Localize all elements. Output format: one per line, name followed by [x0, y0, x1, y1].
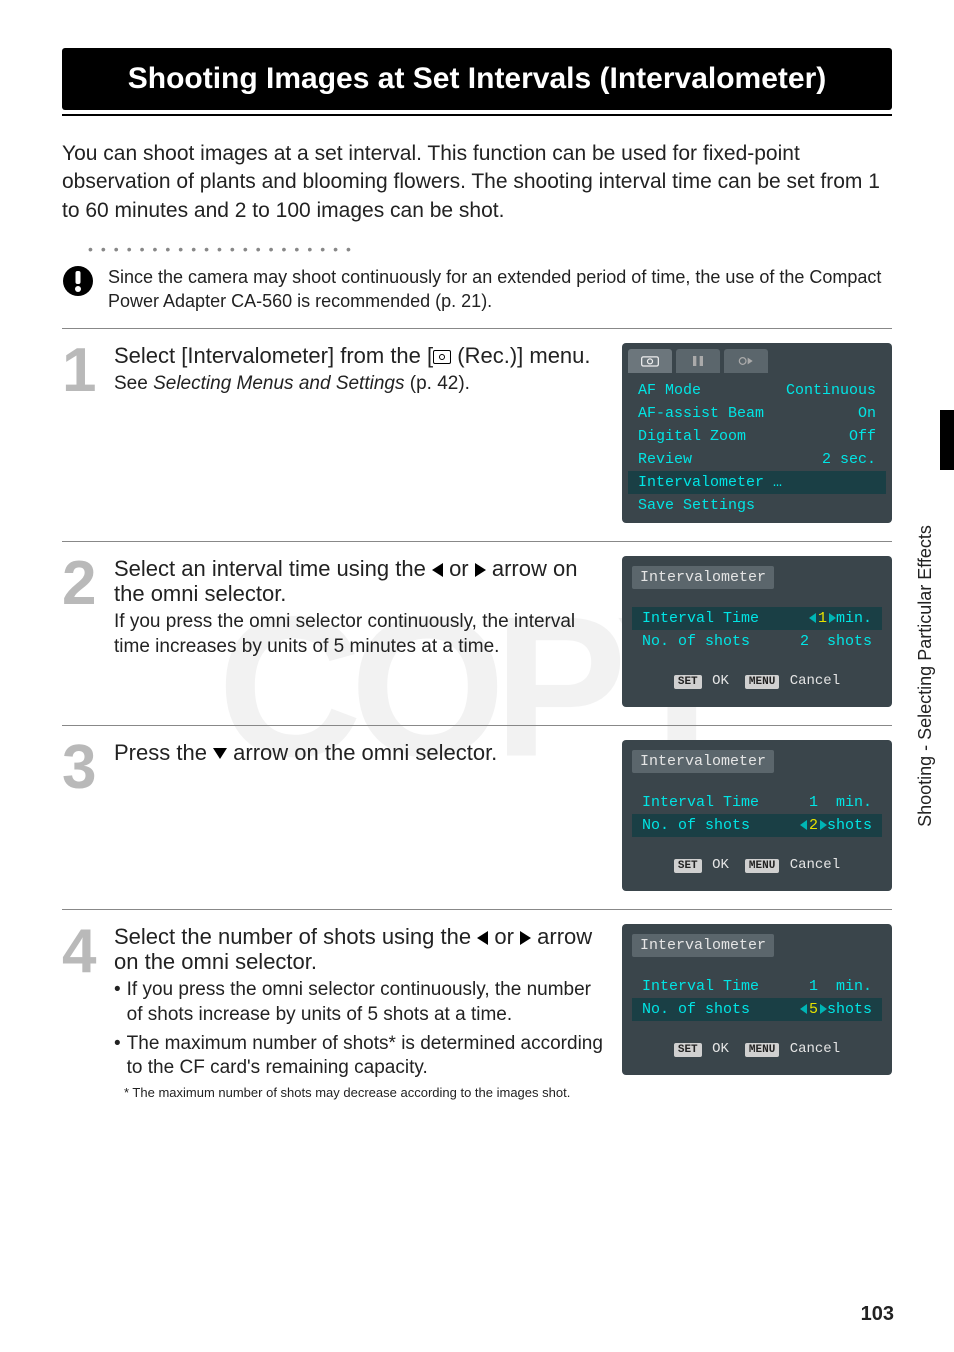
lcd-screenshot-2: Intervalometer Interval Time1min. No. of… [622, 556, 892, 707]
lcd-button-hints: SET OK MENU Cancel [632, 673, 882, 689]
step-number-3: 3 [62, 740, 106, 796]
page-title: Shooting Images at Set Intervals (Interv… [62, 48, 892, 110]
caution-note: Since the camera may shoot continuously … [62, 265, 892, 314]
lcd-row-interval-time: Interval Time1 min. [632, 791, 882, 814]
step-1: 1 Select [Intervalometer] from the [ (Re… [62, 343, 892, 523]
page-number: 103 [861, 1303, 894, 1326]
step-3-heading: Press the arrow on the omni selector. [114, 740, 608, 765]
lcd-row-highlighted: Intervalometer … [628, 471, 886, 494]
set-button-label: SET [674, 1043, 702, 1057]
set-button-label: SET [674, 675, 702, 689]
step-4-footnote: * The maximum number of shots may decrea… [114, 1085, 608, 1101]
lcd-row: Digital ZoomOff [628, 425, 886, 448]
step-2-text: If you press the omni selector continuou… [114, 610, 608, 659]
step-number-4: 4 [62, 924, 106, 980]
step-1-heading: Select [Intervalometer] from the [ (Rec.… [114, 343, 608, 368]
step-4-heading: Select the number of shots using the or … [114, 924, 608, 975]
lcd-tab-tools-icon [676, 349, 720, 373]
section-thumb-tab [940, 410, 954, 470]
menu-button-label: MENU [745, 859, 779, 873]
lcd-tab-camera-icon [628, 349, 672, 373]
separator [62, 328, 892, 329]
menu-button-label: MENU [745, 1043, 779, 1057]
step-3: 3 Press the arrow on the omni selector. … [62, 740, 892, 891]
lcd-row: AF ModeContinuous [628, 379, 886, 402]
lcd-row: Save Settings [628, 494, 886, 517]
right-arrow-icon [475, 563, 486, 577]
lcd-row-no-of-shots: No. of shots2shots [632, 814, 882, 837]
caution-text: Since the camera may shoot continuously … [108, 265, 892, 314]
lcd-screenshot-4: Intervalometer Interval Time1 min. No. o… [622, 924, 892, 1075]
lcd-row-interval-time: Interval Time1 min. [632, 975, 882, 998]
lcd-screenshot-1: AF ModeContinuous AF-assist BeamOn Digit… [622, 343, 892, 523]
lcd-row: Review2 sec. [628, 448, 886, 471]
lcd-tab-mycamera-icon [724, 349, 768, 373]
lcd-panel-title: Intervalometer [632, 934, 774, 957]
lcd-row-no-of-shots: No. of shots2 shots [632, 630, 882, 653]
step-number-2: 2 [62, 556, 106, 612]
left-arrow-icon [477, 931, 488, 945]
intro-text: You can shoot images at a set interval. … [62, 140, 892, 225]
set-button-label: SET [674, 859, 702, 873]
lcd-row-no-of-shots: No. of shots5shots [632, 998, 882, 1021]
lcd-screenshot-3: Intervalometer Interval Time1 min. No. o… [622, 740, 892, 891]
lcd-panel-title: Intervalometer [632, 750, 774, 773]
exclamation-icon [62, 265, 94, 302]
step-4: 4 Select the number of shots using the o… [62, 924, 892, 1102]
step-number-1: 1 [62, 343, 106, 399]
lcd-row-interval-time: Interval Time1min. [632, 607, 882, 630]
lcd-row: AF-assist BeamOn [628, 402, 886, 425]
step-1-text: See Selecting Menus and Settings (p. 42)… [114, 372, 608, 397]
separator [62, 909, 892, 910]
left-arrow-icon [432, 563, 443, 577]
section-side-label: Shooting - Selecting Particular Effects [915, 525, 936, 827]
lcd-panel-title: Intervalometer [632, 566, 774, 589]
menu-button-label: MENU [745, 675, 779, 689]
title-underline [62, 114, 892, 116]
rec-menu-icon [433, 350, 451, 364]
step-2-heading: Select an interval time using the or arr… [114, 556, 608, 607]
step-4-bullet-1: If you press the omni selector continuou… [114, 978, 608, 1027]
lcd-button-hints: SET OK MENU Cancel [632, 1041, 882, 1057]
right-arrow-icon [520, 931, 531, 945]
down-arrow-icon [213, 748, 227, 759]
separator [62, 541, 892, 542]
separator [62, 725, 892, 726]
step-2: 2 Select an interval time using the or a… [62, 556, 892, 707]
step-4-bullet-2: The maximum number of shots* is determin… [114, 1032, 608, 1081]
dotted-rule: ••••••••••••••••••••• [62, 241, 892, 257]
lcd-button-hints: SET OK MENU Cancel [632, 857, 882, 873]
